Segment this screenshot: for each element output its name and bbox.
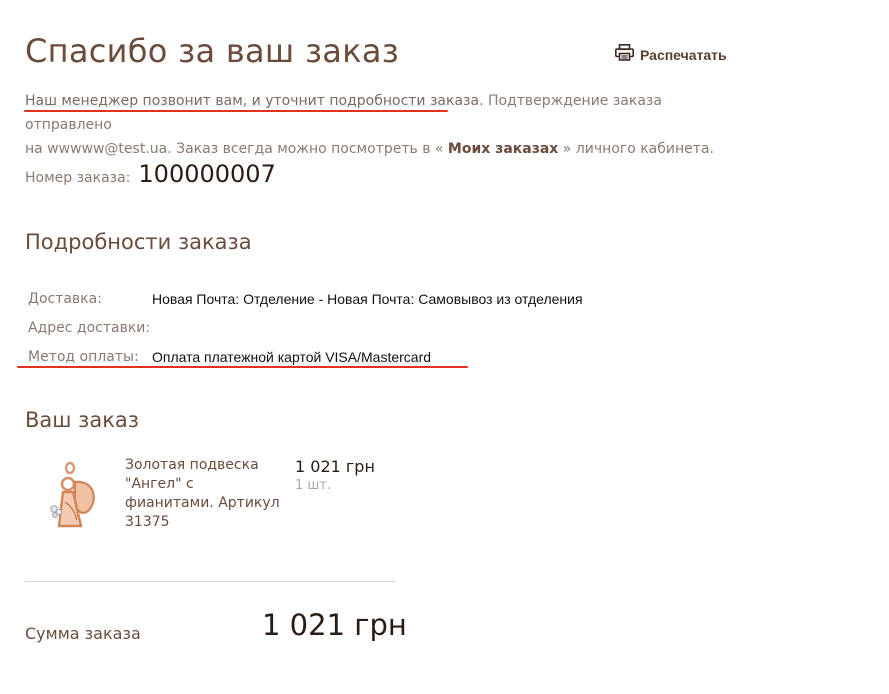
- highlight-underline-payment: [17, 366, 468, 368]
- address-label: Адрес доставки:: [28, 319, 151, 336]
- total-value: 1 021 грн: [262, 608, 407, 642]
- details-row-address: Адрес доставки:: [28, 313, 583, 342]
- delivery-label: Доставка:: [28, 290, 102, 307]
- print-button[interactable]: Распечатать: [615, 44, 727, 65]
- item-price-block: 1 021 грн 1 шт.: [295, 456, 375, 544]
- order-number-label: Номер заказа:: [25, 170, 131, 186]
- delivery-value: Новая Почта: Отделение - Новая Почта: Са…: [152, 290, 583, 307]
- order-success-page: Спасибо за ваш заказ Распечатать Наш мен…: [0, 0, 889, 694]
- item-price: 1 021 грн: [295, 457, 375, 476]
- highlight-underline-manager: [24, 110, 448, 112]
- payment-label: Метод оплаты:: [28, 348, 139, 365]
- order-item: Золотая подвеска "Ангел" с фианитами. Ар…: [25, 456, 375, 544]
- order-details-table: Доставка: Новая Почта: Отделение - Новая…: [28, 284, 583, 371]
- order-number: Номер заказа: 100000007: [25, 160, 276, 188]
- order-number-value: 100000007: [138, 160, 276, 188]
- divider: [25, 581, 395, 582]
- cabinet-text: » личного кабинета.: [562, 141, 714, 157]
- printer-icon: [615, 44, 634, 65]
- order-details-heading: Подробности заказа: [25, 230, 252, 254]
- confirmation-text: Наш менеджер позвонит вам, и уточнит под…: [25, 89, 745, 161]
- manager-call-text: Наш менеджер позвонит вам, и уточнит под…: [25, 93, 480, 109]
- my-orders-link[interactable]: Моих заказах: [448, 141, 558, 157]
- email-text: на wwwww@test.ua. Заказ всегда можно пос…: [25, 141, 444, 157]
- angel-pendant-image[interactable]: [25, 456, 115, 544]
- page-title: Спасибо за ваш заказ: [25, 32, 400, 70]
- payment-value: Оплата платежной картой VISA/Mastercard: [152, 348, 432, 365]
- print-label: Распечатать: [640, 46, 727, 63]
- item-name[interactable]: Золотая подвеска "Ангел" с фианитами. Ар…: [125, 456, 285, 544]
- your-order-heading: Ваш заказ: [25, 408, 139, 432]
- item-quantity: 1 шт.: [295, 478, 332, 493]
- details-row-delivery: Доставка: Новая Почта: Отделение - Новая…: [28, 284, 583, 313]
- total-label: Сумма заказа: [25, 624, 141, 643]
